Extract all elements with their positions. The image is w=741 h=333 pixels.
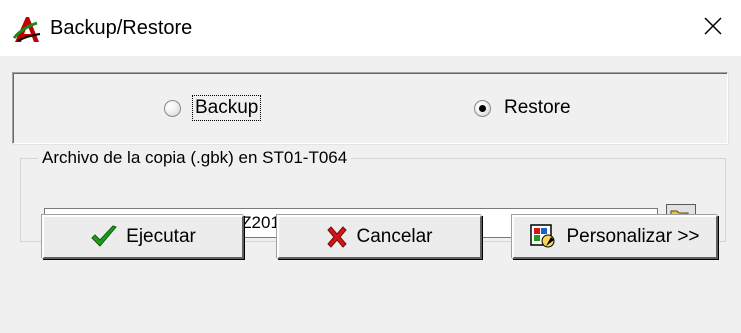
execute-button[interactable]: Ejecutar (42, 215, 244, 259)
x-mark-icon (326, 226, 348, 248)
customize-button[interactable]: Personalizar >> (512, 215, 718, 259)
cancel-button-label: Cancelar (356, 226, 433, 247)
cancel-button[interactable]: Cancelar (277, 215, 482, 259)
app-logo-icon (12, 14, 42, 44)
dialog-body: Backup Restore Archivo de la copia (.gbk… (0, 56, 741, 333)
window-title: Backup/Restore (50, 17, 193, 39)
close-icon (704, 16, 722, 40)
mode-panel: Backup Restore (12, 72, 728, 144)
close-button[interactable] (685, 0, 741, 56)
radio-selected-dot (479, 104, 486, 112)
checkmark-icon (90, 225, 118, 249)
customize-icon (530, 224, 558, 250)
radio-button-checked[interactable] (474, 99, 491, 117)
radio-button-unchecked[interactable] (164, 99, 181, 117)
execute-button-label: Ejecutar (126, 226, 196, 247)
restore-radio[interactable]: Restore (474, 97, 571, 119)
title-bar: Backup/Restore (0, 0, 741, 56)
backup-radio-label: Backup (191, 95, 262, 121)
customize-button-label: Personalizar >> (566, 226, 700, 247)
backup-radio[interactable]: Backup (164, 95, 262, 121)
file-group-legend: Archivo de la copia (.gbk) en ST01-T064 (38, 146, 352, 170)
restore-radio-label: Restore (504, 97, 571, 118)
